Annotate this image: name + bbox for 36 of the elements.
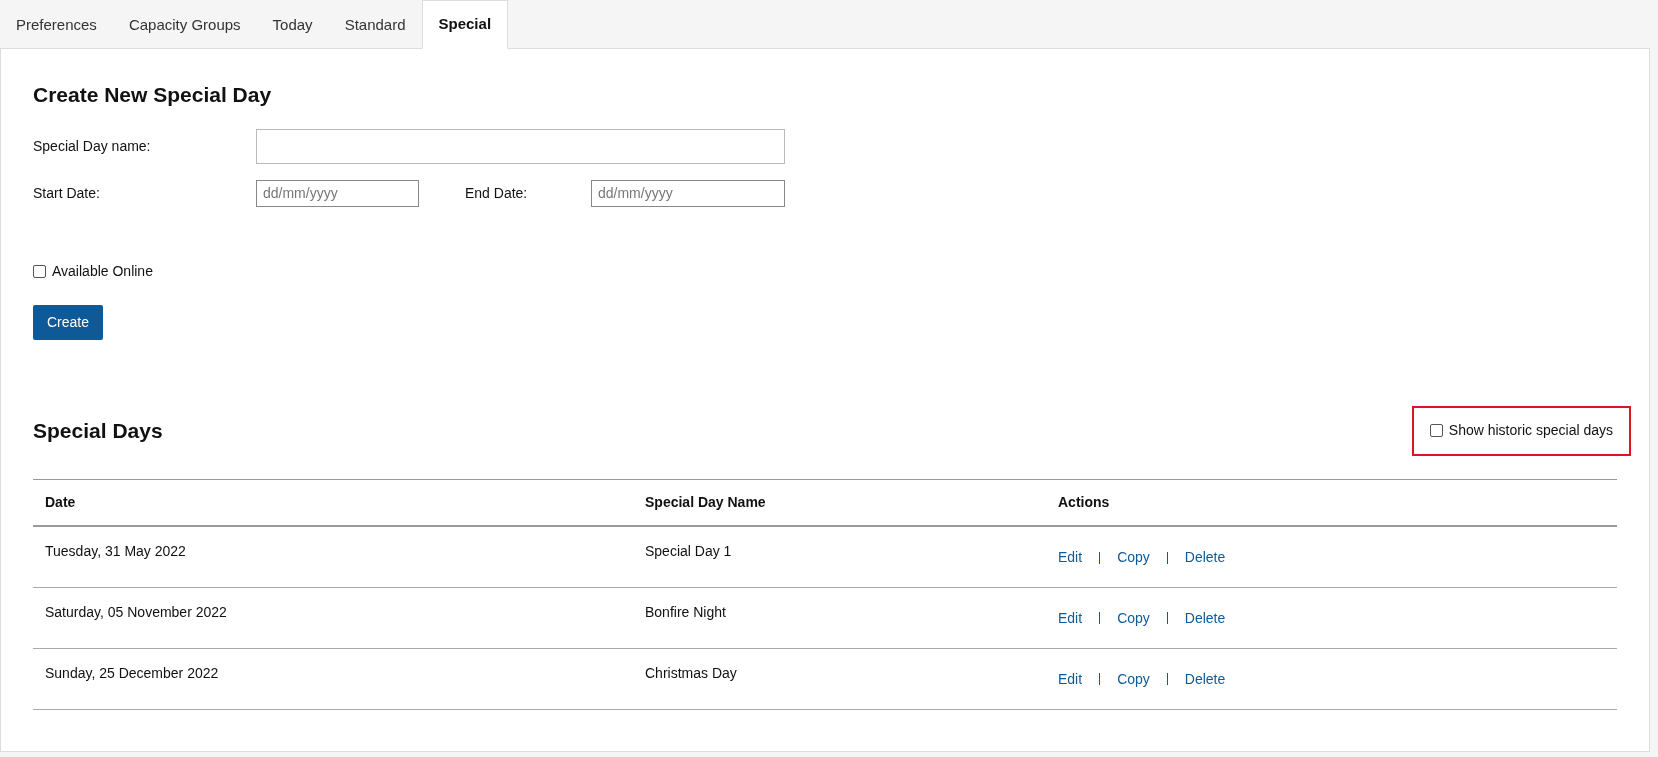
- tab[interactable]: Preferences: [0, 1, 113, 49]
- field-label: Start Date:: [33, 183, 101, 203]
- tab[interactable]: Special: [421, 0, 509, 49]
- action-link[interactable]: Delete: [1184, 668, 1226, 690]
- table-cell: Bonfire Night: [633, 587, 1046, 648]
- table-cell: Sunday, 25 December 2022: [33, 648, 633, 709]
- tab[interactable]: Today: [256, 1, 329, 49]
- action-link[interactable]: Copy: [1117, 668, 1150, 690]
- checkbox-label: Available Online: [52, 261, 153, 281]
- checkbox[interactable]: [1429, 424, 1443, 437]
- field-label: Special Day name:: [33, 136, 152, 156]
- action-link[interactable]: Copy: [1117, 547, 1150, 568]
- table-cell: Tuesday, 31 May 2022: [33, 526, 633, 587]
- name-field[interactable]: [256, 128, 785, 164]
- tab[interactable]: Standard: [328, 1, 422, 49]
- table-cell: Special Day 1: [633, 526, 1046, 587]
- action-link[interactable]: Copy: [1117, 607, 1150, 629]
- table-cell: Saturday, 05 November 2022: [33, 587, 633, 648]
- action-link[interactable]: Delete: [1184, 547, 1226, 568]
- action-link[interactable]: Delete: [1184, 607, 1226, 629]
- action-link[interactable]: Edit: [1058, 547, 1083, 568]
- create-button[interactable]: Create: [33, 304, 104, 340]
- action-link[interactable]: Edit: [1058, 668, 1083, 690]
- date-field[interactable]: dd/mm/yyyy: [256, 179, 419, 207]
- field-label: End Date:: [465, 183, 529, 203]
- checkbox-label: Show historic special days: [1448, 421, 1613, 440]
- tab[interactable]: Capacity Groups: [112, 1, 257, 49]
- column-header: Actions: [1046, 479, 1617, 526]
- column-header: Special Day Name: [633, 479, 1046, 526]
- column-header: Date: [33, 479, 633, 526]
- table-cell: Christmas Day: [633, 648, 1046, 709]
- section-title: Create New Special Day: [33, 82, 273, 108]
- date-field[interactable]: dd/mm/yyyy: [591, 179, 785, 207]
- checkbox[interactable]: [33, 264, 46, 278]
- section-title: Special Days: [33, 417, 163, 444]
- action-link[interactable]: Edit: [1058, 607, 1083, 629]
